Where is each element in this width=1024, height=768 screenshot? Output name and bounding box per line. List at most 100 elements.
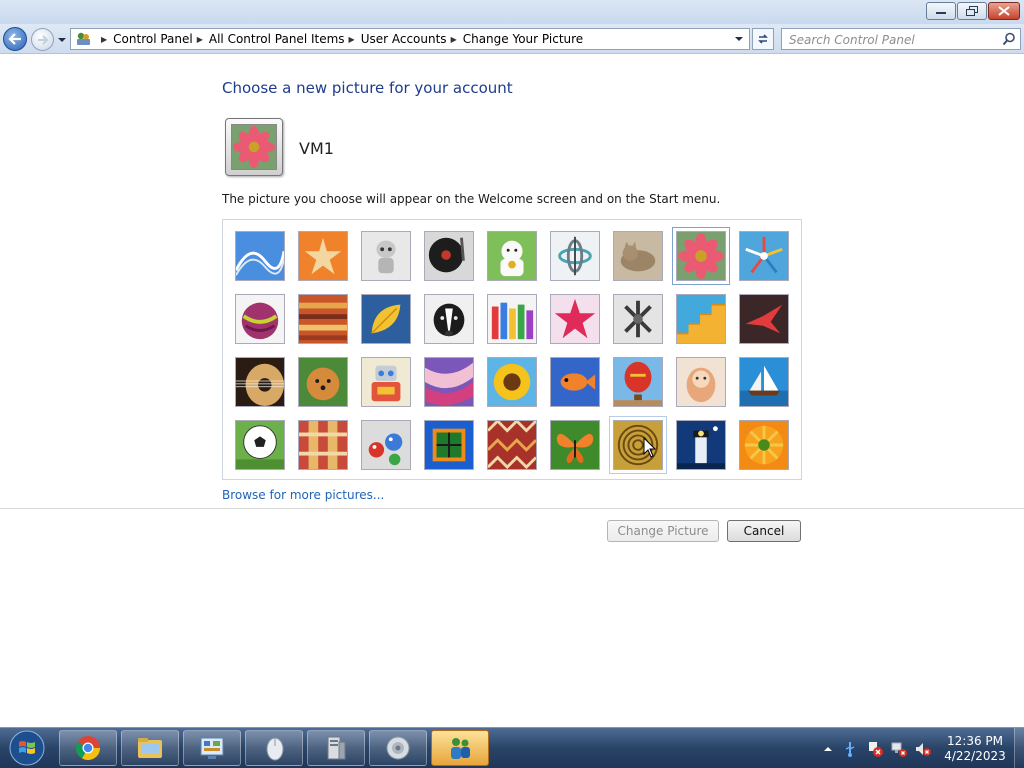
jacks-picture-icon [614, 295, 662, 343]
chrome-icon [75, 736, 100, 761]
picture-tile-leaf[interactable] [361, 294, 411, 344]
picture-tile-gyroscope[interactable] [550, 231, 600, 281]
picture-tile-guitar[interactable] [235, 357, 285, 407]
picture-tile-stairs[interactable] [676, 294, 726, 344]
picture-tile-fabric[interactable] [298, 294, 348, 344]
picture-tile-starfish[interactable] [298, 231, 348, 281]
show-desktop-button[interactable] [1014, 728, 1024, 768]
usb-safely-remove-icon[interactable] [842, 741, 858, 757]
picture-tile-scarf[interactable] [424, 357, 474, 407]
restore-button[interactable] [957, 2, 987, 20]
action-center-error-icon[interactable] [867, 741, 883, 757]
guitar-picture-icon [236, 358, 284, 406]
taskbar-server[interactable] [307, 730, 365, 766]
hot-air-balloon-picture-icon [614, 358, 662, 406]
picture-tile-jacks[interactable] [613, 294, 663, 344]
picture-tile-marbles[interactable] [361, 420, 411, 470]
picture-tile-kitten[interactable] [613, 231, 663, 281]
breadcrumb-separator-icon[interactable]: ▶ [451, 35, 457, 44]
picture-tile-robot-toy[interactable] [361, 231, 411, 281]
search-input[interactable] [782, 30, 992, 50]
picture-tile-fish[interactable] [550, 357, 600, 407]
browse-more-pictures-link[interactable]: Browse for more pictures... [222, 488, 384, 502]
volume-muted-icon[interactable] [915, 741, 931, 757]
breadcrumb-control-panel[interactable]: Control Panel [113, 32, 193, 46]
picture-tile-soccer-ball[interactable] [235, 420, 285, 470]
picture-tile-roller-coaster[interactable] [235, 231, 285, 281]
picture-tile-window[interactable] [424, 420, 474, 470]
fabric-picture-icon [299, 295, 347, 343]
user-accounts-icon [451, 738, 470, 759]
ball-picture-icon [236, 295, 284, 343]
mouse-icon [266, 737, 284, 761]
breadcrumb-user-accounts[interactable]: User Accounts [361, 32, 447, 46]
taskbar-explorer[interactable] [121, 730, 179, 766]
divider [0, 508, 1024, 509]
picture-tile-rug[interactable] [487, 420, 537, 470]
server-icon [327, 736, 346, 760]
breadcrumb-separator-icon[interactable]: ▶ [197, 35, 203, 44]
cancel-button[interactable]: Cancel [727, 520, 801, 542]
change-picture-button[interactable]: Change Picture [607, 520, 719, 542]
refresh-button[interactable] [752, 28, 774, 50]
account-name: VM1 [299, 139, 334, 158]
picture-tile-hot-air-balloon[interactable] [613, 357, 663, 407]
picture-tile-crayons[interactable] [487, 294, 537, 344]
search-box[interactable] [781, 28, 1021, 50]
rug-picture-icon [488, 421, 536, 469]
breadcrumb-change-your-picture[interactable]: Change Your Picture [463, 32, 583, 46]
soccer-ball-picture-icon [236, 421, 284, 469]
system-clock[interactable]: 12:36 PM 4/22/2023 [940, 734, 1010, 764]
forward-button[interactable] [31, 28, 54, 51]
doll-picture-icon [677, 358, 725, 406]
taskbar-user-accounts[interactable] [431, 730, 489, 766]
network-disconnected-icon[interactable] [891, 741, 907, 757]
picture-tile-robot[interactable] [361, 357, 411, 407]
explorer-icon [138, 738, 162, 758]
taskbar-sound[interactable] [369, 730, 427, 766]
picture-tile-doll[interactable] [676, 357, 726, 407]
picture-tile-butterfly[interactable] [550, 420, 600, 470]
back-button[interactable] [3, 27, 27, 51]
address-bar[interactable]: ▶ Control Panel ▶ All Control Panel Item… [70, 28, 750, 50]
address-history-dropdown-icon[interactable] [733, 33, 745, 45]
close-button[interactable] [988, 2, 1020, 20]
picture-tile-turntable[interactable] [424, 231, 474, 281]
current-account-picture [225, 118, 283, 176]
picture-tile-lighthouse[interactable] [676, 420, 726, 470]
minimize-icon [936, 12, 946, 14]
breadcrumb-separator-icon[interactable]: ▶ [349, 35, 355, 44]
picture-tile-ball[interactable] [235, 294, 285, 344]
taskbar: 12:36 PM 4/22/2023 [0, 727, 1024, 768]
turntable-picture-icon [425, 232, 473, 280]
picture-grid [222, 219, 802, 480]
recent-pages-dropdown-icon[interactable] [57, 35, 67, 45]
picture-tile-flower[interactable] [672, 227, 730, 285]
taskbar-control-panel[interactable] [183, 730, 241, 766]
picture-tile-textile[interactable] [298, 420, 348, 470]
taskbar-mouse[interactable] [245, 730, 303, 766]
lucky-cat-picture-icon [488, 232, 536, 280]
minimize-button[interactable] [926, 2, 956, 20]
dog-picture-icon [425, 295, 473, 343]
picture-tile-lucky-cat[interactable] [487, 231, 537, 281]
start-button[interactable] [2, 729, 52, 767]
search-icon[interactable] [1002, 32, 1016, 46]
scarf-picture-icon [425, 358, 473, 406]
picture-tile-sunflower[interactable] [487, 357, 537, 407]
close-icon [998, 6, 1010, 16]
picture-tile-paper-star[interactable] [550, 294, 600, 344]
breadcrumb-all-items[interactable]: All Control Panel Items [209, 32, 345, 46]
picture-tile-sailboat[interactable] [739, 357, 789, 407]
picture-tile-puppy[interactable] [298, 357, 348, 407]
picture-tile-gerbera[interactable] [739, 420, 789, 470]
picture-tile-dog[interactable] [424, 294, 474, 344]
show-hidden-icons-icon[interactable] [820, 741, 836, 757]
taskbar-chrome[interactable] [59, 730, 117, 766]
sunflower-picture-icon [488, 358, 536, 406]
picture-tile-pinwheel[interactable] [739, 231, 789, 281]
textile-picture-icon [299, 421, 347, 469]
picture-tile-origami-crane[interactable] [739, 294, 789, 344]
origami-crane-picture-icon [740, 295, 788, 343]
stairs-picture-icon [677, 295, 725, 343]
